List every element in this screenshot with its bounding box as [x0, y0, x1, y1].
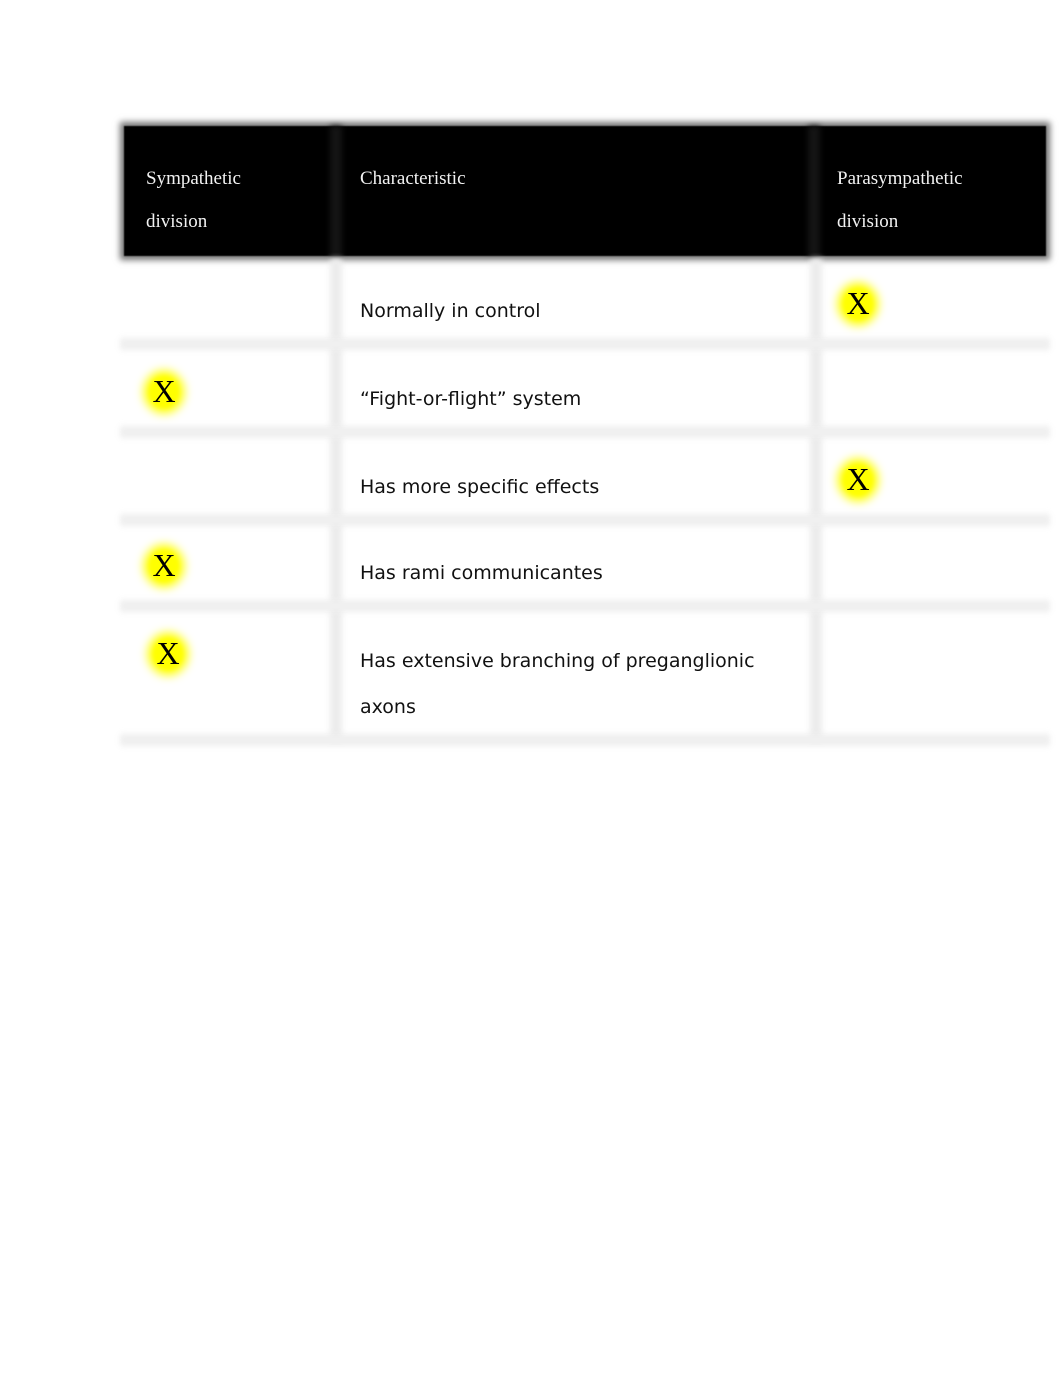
sympathetic-mark: X [146, 547, 182, 583]
header-characteristic-label: Characteristic [360, 168, 466, 189]
header-sympathetic: Sympathetic division [146, 126, 326, 256]
characteristic-cell: “Fight-or-flight” system [360, 388, 582, 410]
header-divider [330, 126, 342, 256]
x-mark-icon: X [152, 373, 176, 409]
sympathetic-mark: X [150, 635, 186, 671]
document-page: Sympathetic division Characteristic Para… [0, 0, 1062, 1377]
characteristic-cell: Normally in control [360, 300, 541, 322]
x-mark-icon: X [846, 285, 870, 321]
characteristic-cell: Has more specific effects [360, 476, 600, 498]
header-parasympathetic-label: Parasympathetic division [837, 168, 963, 232]
sympathetic-mark: X [146, 373, 182, 409]
x-mark-icon: X [152, 547, 176, 583]
table-row: Has more specific effects X [124, 434, 1046, 520]
table-row: Has rami communicantes X [124, 522, 1046, 606]
table-row: “Fight-or-flight” system X [124, 346, 1046, 432]
table-row: Has extensive branching of preganglionic… [124, 608, 1046, 738]
characteristic-cell: Has rami communicantes [360, 562, 603, 584]
characteristic-cell: Has extensive branching of preganglionic… [360, 650, 755, 718]
header-characteristic: Characteristic [360, 126, 800, 256]
table-row: Normally in control X [124, 258, 1046, 344]
header-divider [808, 126, 820, 256]
x-mark-icon: X [156, 635, 180, 671]
x-mark-icon: X [846, 461, 870, 497]
parasympathetic-mark: X [840, 461, 876, 497]
parasympathetic-mark: X [840, 285, 876, 321]
header-sympathetic-label: Sympathetic division [146, 168, 241, 232]
header-parasympathetic: Parasympathetic division [837, 126, 1037, 256]
